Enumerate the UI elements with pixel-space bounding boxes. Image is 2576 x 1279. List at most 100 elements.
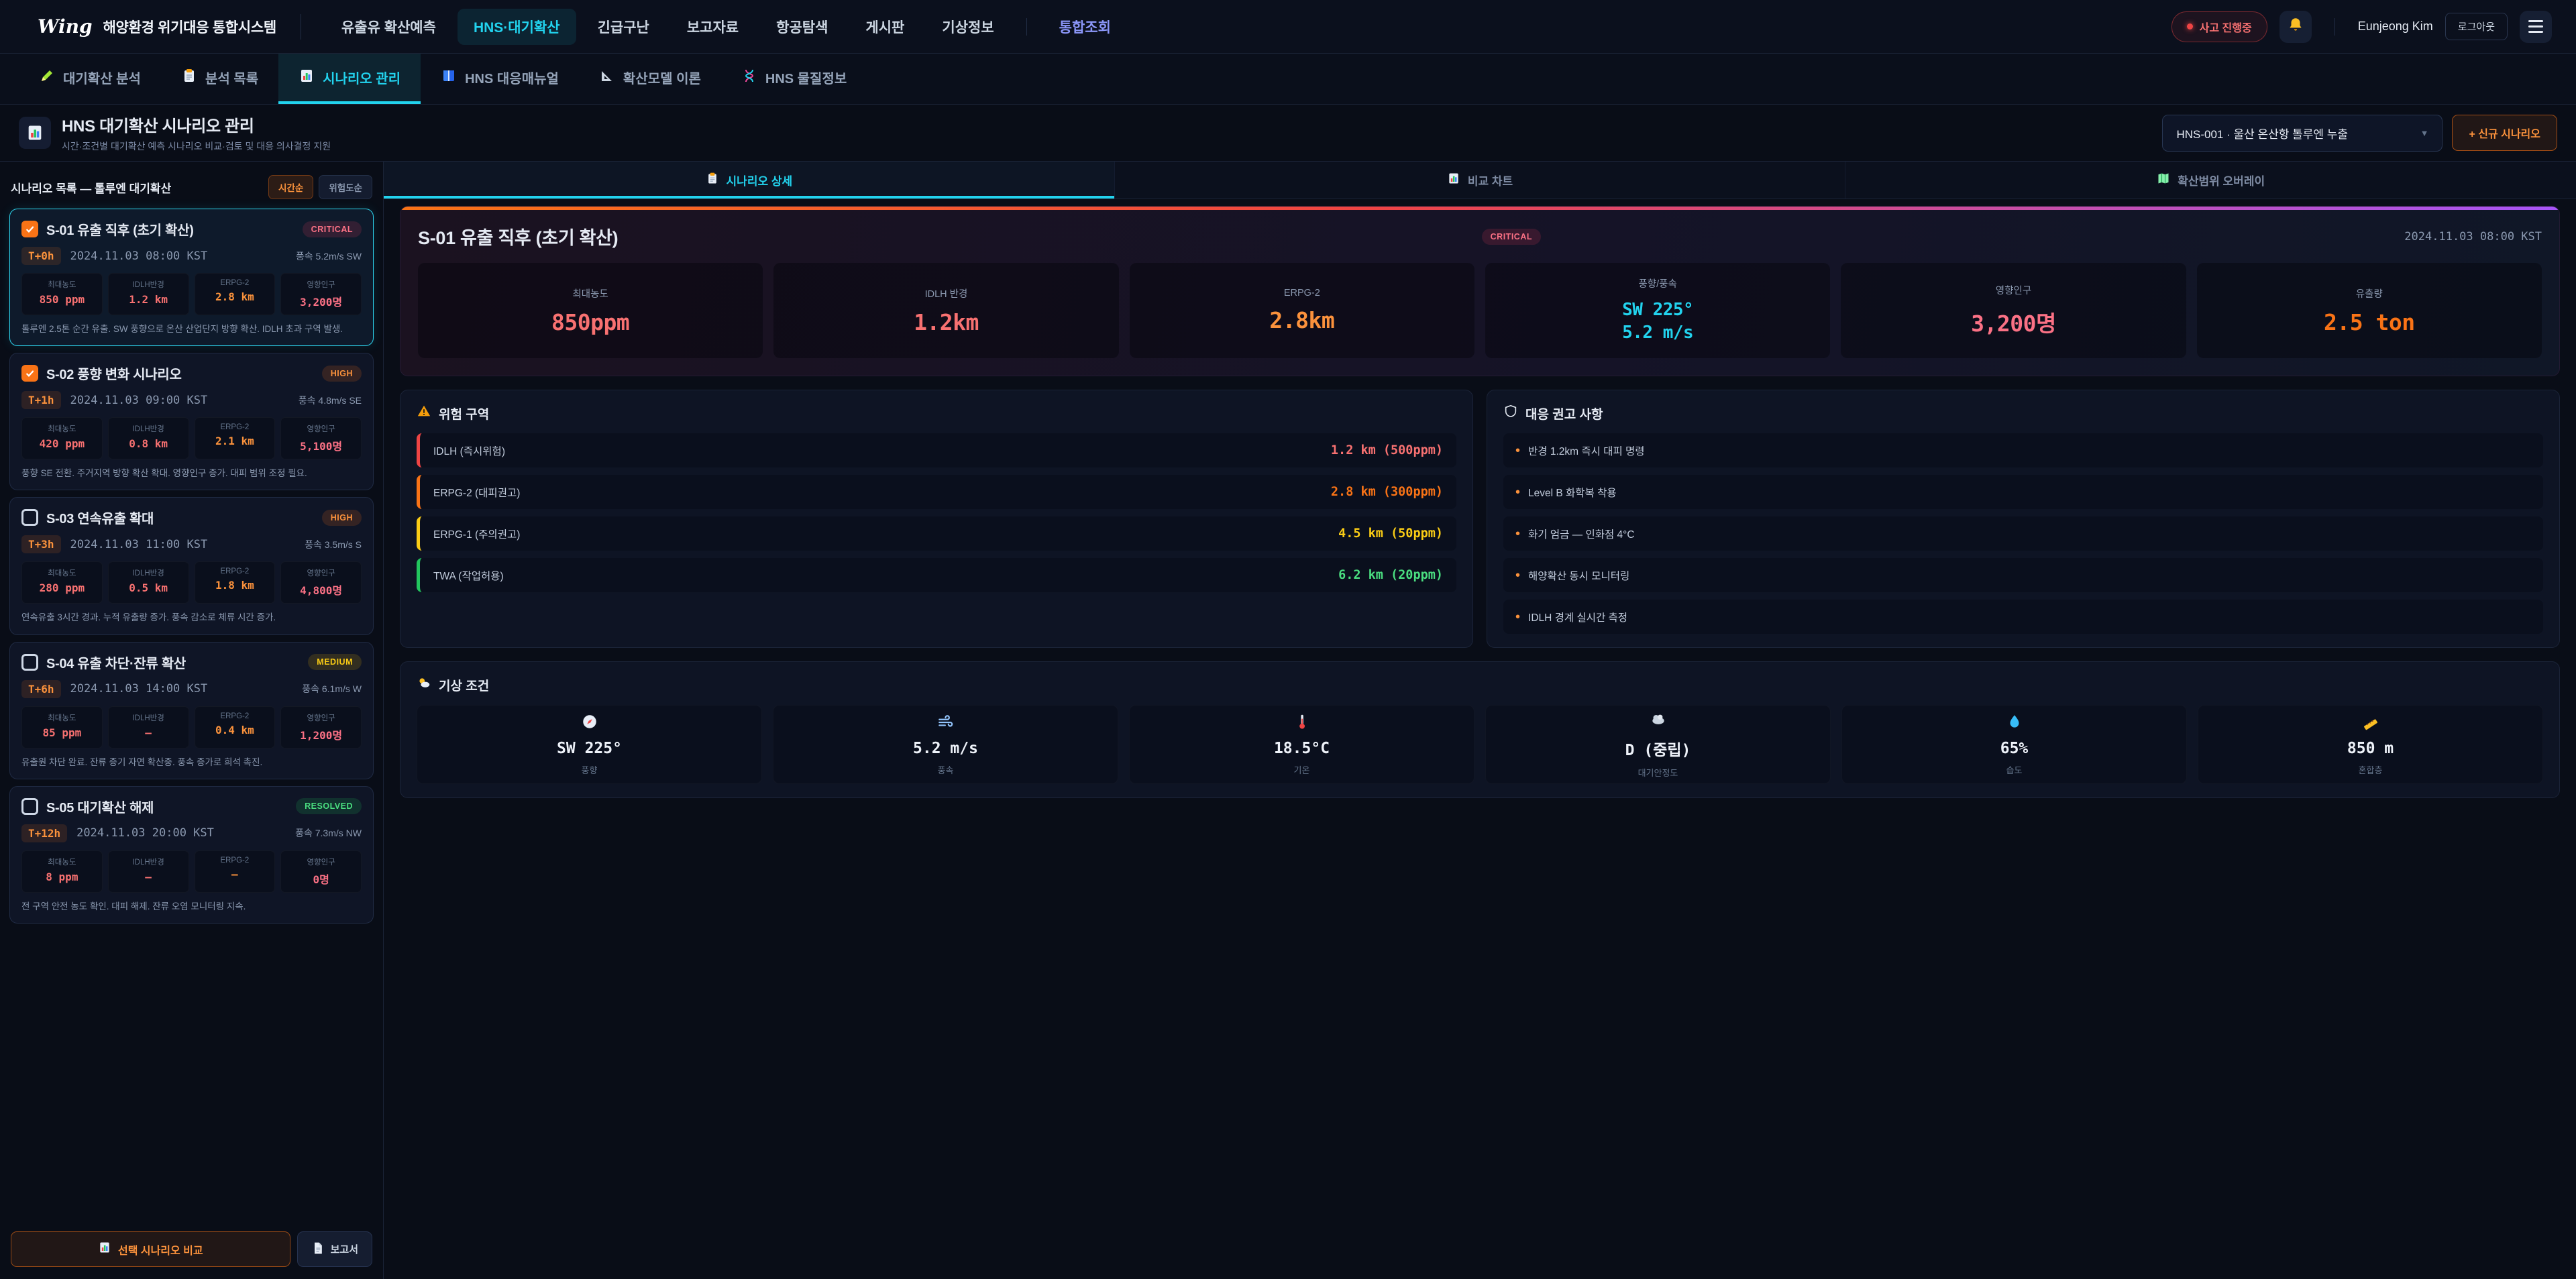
shield-icon [1503, 404, 1518, 423]
sub-nav: 대기확산 분석 분석 목록 시나리오 관리 HNS 대응매뉴얼 확산모델 이론 … [0, 54, 2576, 105]
scenario-wind: 풍속 3.5m/s S [305, 538, 362, 551]
cloud-icon [1650, 710, 1667, 731]
scenario-card-s04[interactable]: S-04 유출 차단·잔류 확산 MEDIUM T+6h 2024.11.03 … [9, 642, 374, 779]
scenario-card-s05[interactable]: S-05 대기확산 해제 RESOLVED T+12h 2024.11.03 2… [9, 786, 374, 924]
detail-stat-idlh-radius: IDLH 반경 1.2km [773, 263, 1118, 358]
stat-erpg2: ERPG-21.8 km [195, 561, 276, 604]
incident-select-value: HNS-001 · 울산 온산항 톨루엔 누출 [2176, 125, 2348, 142]
scenario-description: 연속유출 3시간 경과. 누적 유출량 증가. 풍속 감소로 체류 시간 증가. [21, 612, 362, 624]
thermometer-icon [1293, 713, 1311, 734]
severity-badge: CRITICAL [303, 221, 362, 237]
scenario-checkbox[interactable] [21, 221, 38, 237]
bullet-icon: • [1515, 569, 1520, 582]
main-content: 시나리오 상세 비교 차트 확산범위 오버레이 S-01 유출 직후 (초기 확… [384, 162, 2576, 1279]
clipboard-icon [706, 172, 719, 188]
scenario-checkbox[interactable] [21, 365, 38, 382]
pen-icon [39, 68, 55, 88]
compare-label: 선택 시나리오 비교 [118, 1241, 203, 1258]
scenario-card-s02[interactable]: S-02 풍향 변화 시나리오 HIGH T+1h 2024.11.03 09:… [9, 353, 374, 490]
reco-item: • 반경 1.2km 즉시 대피 명령 [1503, 433, 2543, 467]
stat-idlh-radius: IDLH반경0.5 km [108, 561, 189, 604]
nav-item-hns-dispersion[interactable]: HNS·대기확산 [458, 9, 576, 45]
subtab-hns-manual[interactable]: HNS 대응매뉴얼 [421, 54, 579, 104]
nav-item-emergency-rescue[interactable]: 긴급구난 [582, 9, 665, 45]
sort-by-time-button[interactable]: 시간순 [268, 175, 313, 199]
nav-item-reports[interactable]: 보고자료 [671, 9, 755, 45]
triangle-ruler-icon [599, 68, 615, 88]
stat-affected-population: 영향인구0명 [280, 850, 362, 893]
stat-erpg2: ERPG-2– [195, 850, 276, 893]
nav-item-board[interactable]: 게시판 [849, 9, 920, 45]
weather-wind-speed: 5.2 m/s 풍속 [773, 705, 1118, 784]
incident-status-badge: 사고 진행중 [2171, 11, 2267, 42]
scenario-card-list: S-01 유출 직후 (초기 확산) CRITICAL T+0h 2024.11… [0, 207, 383, 924]
severity-badge: HIGH [322, 510, 362, 526]
scenario-wind: 풍속 7.3m/s NW [295, 826, 362, 840]
subtab-label: HNS 물질정보 [765, 68, 847, 87]
weather-temperature: 18.5°C 기온 [1129, 705, 1474, 784]
report-button[interactable]: 보고서 [297, 1231, 372, 1267]
sun-cloud-icon [417, 675, 431, 694]
user-name: Eunjeong Kim [2358, 19, 2433, 34]
nav-item-weather-info[interactable]: 기상정보 [926, 9, 1010, 45]
warning-icon [417, 404, 431, 423]
hazard-row-erpg2: ERPG-2 (대피권고) 2.8 km (300ppm) [417, 475, 1456, 509]
stat-idlh-radius: IDLH반경1.2 km [108, 273, 189, 315]
severity-badge: RESOLVED [296, 798, 362, 814]
tab-dispersion-overlay[interactable]: 확산범위 오버레이 [1845, 162, 2576, 199]
nav-item-integrated-search[interactable]: 통합조회 [1043, 9, 1127, 45]
subtab-analysis-list[interactable]: 분석 목록 [161, 54, 278, 104]
scenario-card-s03[interactable]: S-03 연속유출 확대 HIGH T+3h 2024.11.03 11:00 … [9, 497, 374, 634]
logo-mark: Wing [38, 15, 93, 38]
incident-select[interactable]: HNS-001 · 울산 온산항 톨루엔 누출 ▼ [2162, 115, 2443, 152]
stat-idlh-radius: IDLH반경– [108, 850, 189, 893]
new-scenario-button[interactable]: + 신규 시나리오 [2452, 115, 2557, 151]
weather-wind-direction: SW 225° 풍향 [417, 705, 762, 784]
nav-item-air-search[interactable]: 항공탐색 [760, 9, 844, 45]
time-offset-badge: T+0h [21, 247, 61, 265]
logout-button[interactable]: 로그아웃 [2445, 13, 2508, 40]
scenario-checkbox[interactable] [21, 509, 38, 526]
tab-compare-chart[interactable]: 비교 차트 [1115, 162, 1846, 199]
stat-affected-population: 영향인구3,200명 [280, 273, 362, 315]
subtab-label: HNS 대응매뉴얼 [465, 68, 559, 87]
wind-icon [937, 713, 955, 734]
subtab-dispersion-analysis[interactable]: 대기확산 분석 [19, 54, 161, 104]
page-header: HNS 대기확산 시나리오 관리 시간·조건별 대기확산 예측 시나리오 비교·… [0, 105, 2576, 162]
stat-erpg2: ERPG-22.1 km [195, 417, 276, 459]
scenario-title: S-03 연속유출 확대 [46, 508, 154, 527]
clipboard-icon [181, 68, 197, 88]
detail-timestamp: 2024.11.03 08:00 KST [2404, 230, 2542, 243]
reco-item: • 화기 엄금 — 인화점 4°C [1503, 516, 2543, 551]
stat-erpg2: ERPG-20.4 km [195, 706, 276, 748]
subtab-hns-substance-info[interactable]: HNS 물질정보 [721, 54, 867, 104]
scenario-datetime: 2024.11.03 09:00 KST [70, 394, 208, 407]
scenario-card-s01[interactable]: S-01 유출 직후 (초기 확산) CRITICAL T+0h 2024.11… [9, 209, 374, 346]
scenario-datetime: 2024.11.03 11:00 KST [70, 538, 208, 551]
subtab-label: 시나리오 관리 [323, 68, 400, 87]
reco-item: • IDLH 경계 실시간 측정 [1503, 600, 2543, 634]
scenario-checkbox[interactable] [21, 798, 38, 815]
alert-dot-icon [2187, 23, 2193, 30]
sort-by-risk-button[interactable]: 위험도순 [319, 175, 372, 199]
notifications-button[interactable] [2279, 11, 2312, 43]
menu-button[interactable] [2520, 11, 2552, 43]
divider [1026, 18, 1027, 36]
tab-scenario-detail[interactable]: 시나리오 상세 [384, 162, 1115, 199]
dna-icon [741, 68, 757, 88]
subtab-diffusion-model-theory[interactable]: 확산모델 이론 [579, 54, 721, 104]
scenario-checkbox[interactable] [21, 654, 38, 671]
scenario-wind: 풍속 5.2m/s SW [296, 249, 362, 263]
compare-scenarios-button[interactable]: 선택 시나리오 비교 [11, 1231, 290, 1267]
nav-item-oil-spill[interactable]: 유출유 확산예측 [325, 9, 452, 45]
bullet-icon: • [1515, 610, 1520, 624]
scenario-title: S-04 유출 차단·잔류 확산 [46, 653, 186, 672]
weather-panel-title: 기상 조건 [439, 676, 489, 694]
stat-max-concentration: 최대농도85 ppm [21, 706, 103, 748]
chevron-down-icon: ▼ [2420, 128, 2429, 138]
subtab-scenario-management[interactable]: 시나리오 관리 [278, 54, 421, 104]
weather-mixing-height: 850 m 혼합층 [2198, 705, 2543, 784]
bar-chart-icon [98, 1241, 111, 1258]
stat-affected-population: 영향인구4,800명 [280, 561, 362, 604]
top-right-cluster: 사고 진행중 Eunjeong Kim 로그아웃 [2171, 11, 2552, 43]
